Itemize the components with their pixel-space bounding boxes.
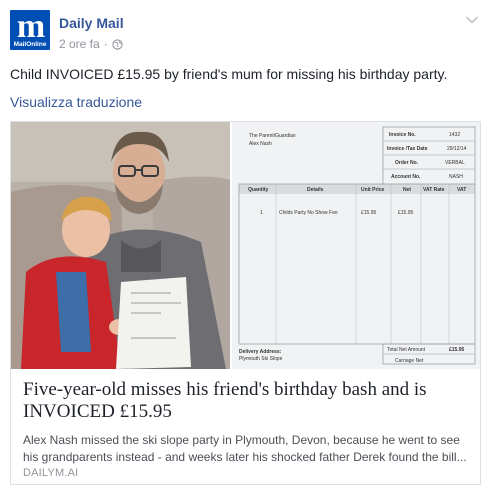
invoice-row-net: £15.95 xyxy=(398,210,414,216)
post-timestamp[interactable]: 2 ore fa xyxy=(59,37,100,51)
invoice-column-header: Unit Price xyxy=(361,187,385,193)
invoice-to-name: Alex Nash xyxy=(249,141,272,147)
link-preview-card[interactable]: The Parent/Guardian Alex Nash Invoice No… xyxy=(10,121,481,485)
chevron-down-icon[interactable] xyxy=(465,15,479,25)
card-domain: DAILYM.AI xyxy=(23,467,79,479)
avatar-logo-letter: m xyxy=(16,10,45,45)
invoice-column-header: VAT xyxy=(457,187,466,193)
page-name-link[interactable]: Daily Mail xyxy=(59,15,124,31)
invoice-field-label: Invoice No. xyxy=(389,132,416,138)
post-header: m MailOnline Daily Mail 2 ore fa · xyxy=(10,9,481,55)
invoice-total-label: Total Net Amount xyxy=(387,347,426,353)
meta-separator: · xyxy=(103,37,108,51)
invoice-carriage-label: Carriage Net xyxy=(395,358,424,364)
post-message: Child INVOICED £15.95 by friend's mum fo… xyxy=(10,66,448,82)
article-photo[interactable]: The Parent/Guardian Alex Nash Invoice No… xyxy=(11,122,480,369)
card-headline[interactable]: Five-year-old misses his friend's birthd… xyxy=(23,379,473,423)
invoice-column-header: Details xyxy=(307,187,324,193)
invoice-column-header: Quantity xyxy=(248,187,268,193)
invoice-field-label: Order No. xyxy=(395,160,419,166)
post-meta: 2 ore fa · xyxy=(59,37,123,51)
invoice-delivery-label: Delivery Address: xyxy=(239,349,282,355)
invoice-delivery-value: Plymouth Ski Slope xyxy=(239,356,283,362)
avatar-logo-caption: MailOnline xyxy=(13,41,47,48)
invoice-total-value: £15.95 xyxy=(449,347,465,353)
invoice-column-header: VAT Rate xyxy=(423,187,445,193)
invoice-row-unit-price: £15.95 xyxy=(361,210,377,216)
invoice-field-label: Account No. xyxy=(391,174,421,180)
card-description: Alex Nash missed the ski slope party in … xyxy=(23,433,467,464)
invoice-to-label: The Parent/Guardian xyxy=(249,133,296,139)
invoice-field-value: 29/12/14 xyxy=(447,146,467,152)
invoice-field-value: VERBAL xyxy=(445,160,465,166)
invoice-row-quantity: 1 xyxy=(260,210,263,216)
invoice-field-value: 1432 xyxy=(449,132,460,138)
globe-icon[interactable] xyxy=(112,38,123,50)
invoice-field-value: NASH xyxy=(449,174,463,180)
see-translation-link[interactable]: Visualizza traduzione xyxy=(10,94,142,110)
page-avatar[interactable]: m MailOnline xyxy=(10,10,50,50)
invoice-field-label: Invoice /Tax Date xyxy=(387,146,428,152)
invoice-column-header: Net xyxy=(403,187,411,193)
invoice-row-details: Childs Party No Show Fee xyxy=(279,210,338,216)
photo-illustration: The Parent/Guardian Alex Nash Invoice No… xyxy=(11,122,480,369)
